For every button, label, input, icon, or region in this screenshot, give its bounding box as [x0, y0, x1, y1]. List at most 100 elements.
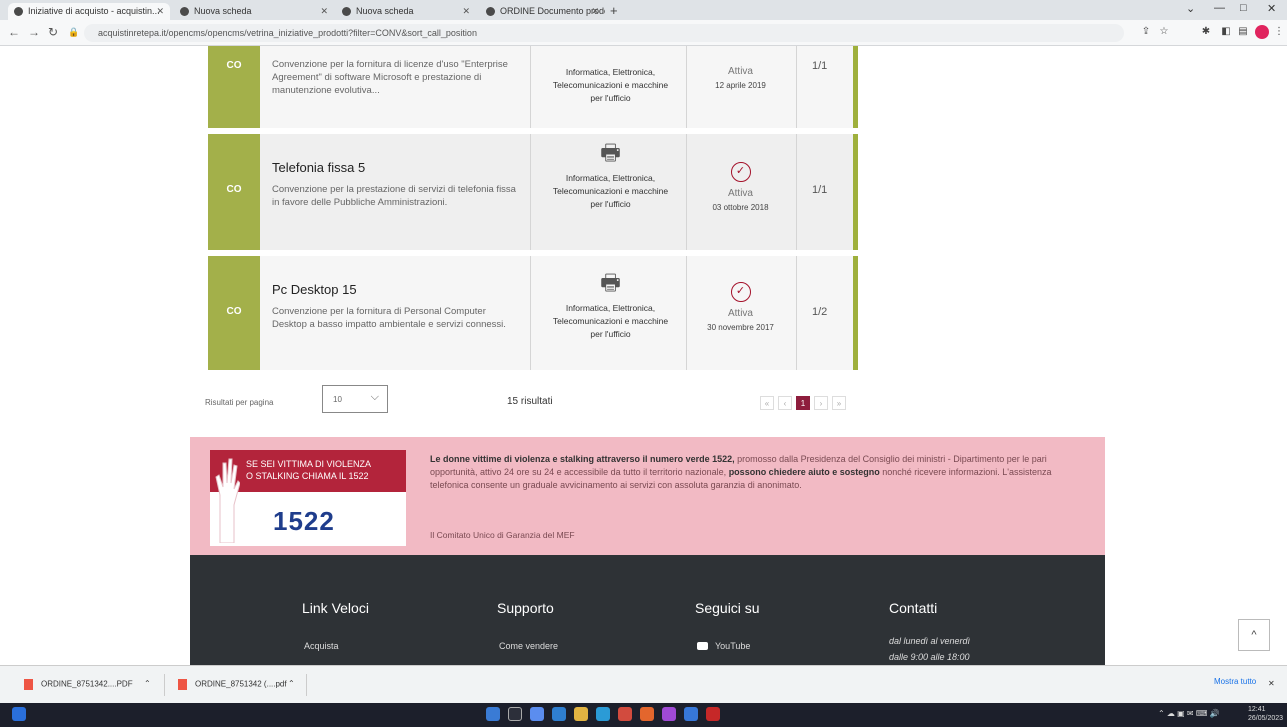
file-explorer-icon[interactable]	[574, 707, 588, 721]
column-divider	[686, 134, 687, 250]
initiative-row[interactable]: CO Telefonia fissa 5 Convenzione per la …	[208, 134, 858, 250]
per-page-select[interactable]: 10 ⌵	[322, 385, 388, 413]
initiative-status: Attiva 12 aprile 2019	[703, 66, 778, 90]
browser-tab[interactable]: Iniziative di acquisto - acquistin... ✕	[8, 3, 170, 20]
page-prev-button[interactable]: ‹	[778, 396, 792, 410]
downloads-bar: ORDINE_8751342....PDF ⌃ ORDINE_8751342 (…	[0, 665, 1287, 703]
maximize-icon[interactable]: □	[1240, 2, 1247, 14]
column-divider	[530, 46, 531, 128]
initiative-row[interactable]: CO Pc Desktop 15 Convenzione per la forn…	[208, 256, 858, 370]
firefox-icon[interactable]	[640, 707, 654, 721]
footer-link-youtube[interactable]: YouTube	[715, 641, 750, 651]
column-divider	[530, 134, 531, 250]
status-check-icon: ✓	[730, 162, 751, 182]
store-icon[interactable]	[552, 707, 566, 721]
site-favicon-icon	[180, 7, 189, 16]
hotline-line2: O STALKING CHIAMA IL 1522	[246, 471, 369, 481]
browser-tab[interactable]: Nuova scheda ✕	[174, 3, 334, 20]
url-field[interactable]: acquistinretepa.it/opencms/opencms/vetri…	[84, 24, 1124, 42]
hotline-number: 1522	[273, 506, 335, 536]
download-item[interactable]: ORDINE_8751342 (....pdf	[178, 679, 287, 690]
status-label: Attiva	[727, 66, 753, 77]
close-tab-icon[interactable]: ✕	[156, 6, 164, 17]
download-item[interactable]: ORDINE_8751342....PDF	[24, 679, 133, 690]
scroll-to-top-button[interactable]: ^	[1238, 619, 1270, 651]
lot-count: 1/1	[812, 60, 828, 72]
pdf-file-icon	[178, 679, 187, 690]
column-divider	[796, 46, 797, 128]
sidepanel-icon[interactable]: ◧	[1220, 26, 1232, 38]
chrome-browser-icon[interactable]	[618, 707, 632, 721]
search-icon[interactable]	[508, 707, 522, 721]
initiative-category: 🖶 Informatica, Elettronica, Telecomunica…	[548, 270, 673, 341]
initiative-info: Convenzione per la fornitura di licenze …	[272, 58, 522, 97]
outlook-icon[interactable]	[684, 707, 698, 721]
extensions-icon[interactable]: ✱	[1200, 26, 1212, 38]
initiative-title[interactable]: Telefonia fissa 5	[272, 160, 522, 175]
share-icon[interactable]: ⇪	[1140, 26, 1152, 38]
browser-tab[interactable]: ORDINE Documento prodotti... ✕	[480, 3, 605, 20]
page-first-button[interactable]: «	[760, 396, 774, 410]
bookmark-star-icon[interactable]: ☆	[1158, 26, 1170, 38]
status-check-icon: ✓	[730, 282, 751, 302]
reload-icon[interactable]: ↻	[48, 25, 58, 39]
tab-title: Nuova scheda	[194, 6, 252, 16]
edge-icon[interactable]	[596, 707, 610, 721]
footer-quick-links-title: Link Veloci	[302, 600, 369, 616]
close-tab-icon[interactable]: ✕	[591, 6, 599, 17]
initiative-category: Informatica, Elettronica, Telecomunicazi…	[552, 67, 669, 103]
acrobat-icon[interactable]	[706, 707, 720, 721]
windows-start-icon[interactable]	[486, 707, 500, 721]
chrome-icon[interactable]	[530, 707, 544, 721]
browser-tab[interactable]: Nuova scheda ✕	[336, 3, 476, 20]
page-current-button[interactable]: 1	[796, 396, 810, 410]
new-tab-button[interactable]: +	[610, 3, 618, 18]
forward-icon[interactable]: →	[28, 25, 40, 39]
column-divider	[686, 256, 687, 370]
column-divider	[796, 256, 797, 370]
footer-link-come-vendere[interactable]: Come vendere	[499, 641, 558, 651]
initiative-status: ✓ Attiva 03 ottobre 2018	[703, 162, 778, 212]
back-icon[interactable]: ←	[8, 25, 20, 39]
initiative-description: Convenzione per la prestazione di serviz…	[272, 184, 516, 208]
tray-icons[interactable]: ⌃ ☁ ▣ ✉ ⌨ 🔊	[1158, 709, 1220, 718]
initiative-row[interactable]: CO Convenzione per la fornitura di licen…	[208, 46, 858, 128]
footer-link-acquista[interactable]: Acquista	[304, 641, 339, 651]
site-favicon-icon	[342, 7, 351, 16]
download-options-icon[interactable]: ⌃	[144, 679, 151, 688]
footer-follow-title: Seguici su	[695, 600, 760, 616]
minimize-icon[interactable]: —	[1214, 2, 1225, 14]
per-page-value: 10	[333, 395, 342, 404]
download-options-icon[interactable]: ⌃	[288, 679, 295, 688]
tray-clock[interactable]: 12:41 26/05/2023	[1248, 705, 1283, 723]
lock-icon[interactable]: 🔒	[68, 27, 79, 38]
contact-hours: dal lunedì al venerdì dalle 9:00 alle 18…	[889, 633, 970, 665]
raised-hand-icon	[215, 458, 240, 543]
results-count: 15 risultati	[507, 396, 553, 407]
column-divider	[796, 134, 797, 250]
page-next-button[interactable]: ›	[814, 396, 828, 410]
split-icon[interactable]: ▤	[1237, 26, 1249, 38]
category-label: Informatica, Elettronica, Telecomunicazi…	[552, 173, 669, 209]
banner-text-bold2: possono chiedere aiuto e sostegno	[728, 467, 880, 477]
initiative-title[interactable]: Pc Desktop 15	[272, 282, 522, 297]
page-last-button[interactable]: »	[832, 396, 846, 410]
initiative-category: 🖶 Informatica, Elettronica, Telecomunica…	[548, 140, 673, 211]
teams-icon[interactable]	[662, 707, 676, 721]
tray-date: 26/05/2023	[1248, 715, 1284, 722]
download-separator	[306, 674, 307, 696]
profile-avatar[interactable]	[1255, 25, 1269, 39]
close-tab-icon[interactable]: ✕	[462, 6, 470, 17]
close-tab-icon[interactable]: ✕	[320, 6, 328, 17]
start-icon[interactable]	[12, 707, 26, 721]
initiative-info: Telefonia fissa 5 Convenzione per la pre…	[272, 160, 522, 209]
youtube-icon[interactable]	[697, 642, 708, 650]
close-downloads-icon[interactable]: ✕	[1268, 679, 1275, 688]
menu-kebab-icon[interactable]: ⋮	[1273, 26, 1285, 38]
per-page-label: Risultati per pagina	[205, 398, 274, 407]
initiative-description: Convenzione per la fornitura di Personal…	[272, 306, 506, 330]
type-badge-label: CO	[226, 184, 242, 195]
show-all-downloads-link[interactable]: Mostra tutto	[1214, 677, 1256, 686]
tab-search-icon[interactable]: ⌄	[1186, 2, 1195, 15]
close-window-icon[interactable]: ✕	[1267, 2, 1276, 15]
